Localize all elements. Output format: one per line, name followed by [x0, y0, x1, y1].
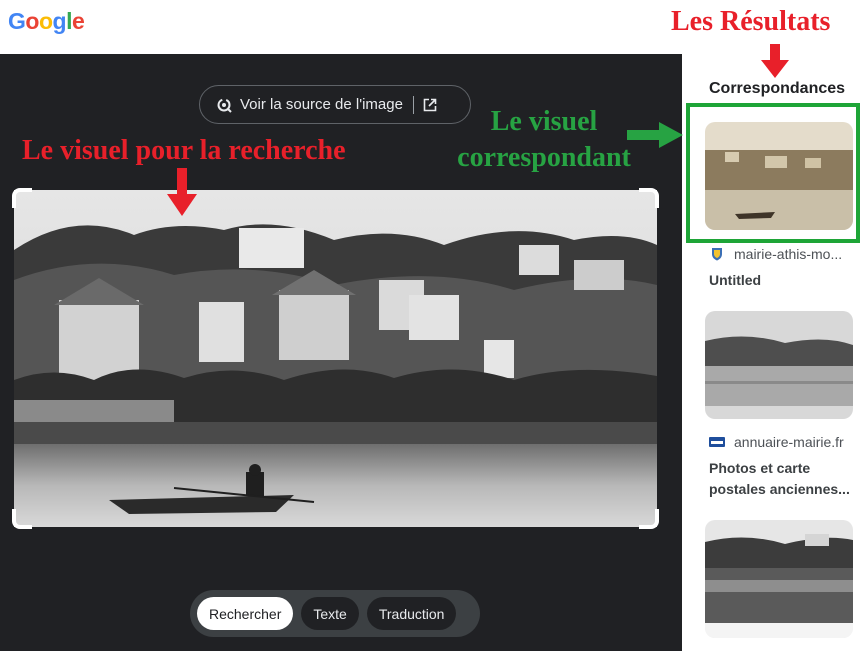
logo-letter: g [52, 8, 67, 34]
result-site-label: annuaire-mairie.fr [734, 434, 844, 450]
result-thumbnail[interactable] [705, 520, 853, 638]
green-arrow-right-icon [627, 122, 683, 148]
annotation-match-label: Le visuel correspondant [440, 104, 648, 176]
crop-handle-top-left[interactable] [12, 188, 32, 208]
annotation-results-label: Les Résultats [671, 6, 831, 37]
result-site[interactable]: annuaire-mairie.fr [709, 434, 844, 450]
result-site[interactable]: mairie-athis-mo... [709, 246, 842, 262]
mairie-badge-icon [709, 437, 725, 447]
google-lens-page: Google Voir la source de l'image Recherc… [0, 0, 864, 651]
annotation-search-visual-label: Le visuel pour la recherche [22, 135, 346, 166]
result-site-label: mairie-athis-mo... [734, 246, 843, 262]
result-caption-line: postales anciennes... [709, 481, 850, 497]
divider [412, 95, 414, 114]
result-caption[interactable]: Untitled [709, 270, 761, 291]
tab-search[interactable]: Rechercher [197, 597, 294, 630]
match-highlight-box [686, 103, 860, 243]
view-source-label: Voir la source de l'image [240, 96, 403, 113]
annotation-match-line: correspondant [457, 142, 631, 173]
result-image [705, 311, 853, 419]
result-image [705, 520, 853, 638]
tab-text[interactable]: Texte [301, 597, 359, 630]
crop-handle-top-right[interactable] [639, 188, 659, 208]
logo-letter: G [8, 8, 26, 34]
logo-letter: e [71, 8, 85, 34]
crop-handle-bottom-left[interactable] [12, 509, 32, 529]
search-image[interactable] [14, 190, 657, 527]
result-caption-line: Photos et carte [709, 460, 811, 476]
view-source-button[interactable]: Voir la source de l'image [199, 85, 471, 124]
tab-translate[interactable]: Traduction [366, 597, 457, 630]
external-link-icon[interactable] [423, 98, 437, 112]
crest-icon [712, 248, 722, 261]
result-caption[interactable]: Photos et carte postales anciennes... [709, 458, 850, 500]
result-thumbnail[interactable] [705, 311, 853, 419]
lens-search-icon [217, 98, 232, 113]
vintage-photo [14, 190, 657, 527]
mode-tabs: Rechercher Texte Traduction [190, 590, 480, 637]
red-arrow-down-icon [167, 168, 197, 216]
google-logo[interactable]: Google [8, 8, 85, 35]
logo-letter: o [25, 8, 39, 34]
crop-handle-bottom-right[interactable] [639, 509, 659, 529]
logo-letter: o [38, 8, 53, 34]
annotation-match-line: Le visuel [490, 106, 598, 137]
red-arrow-down-icon [761, 44, 789, 78]
results-title: Correspondances [709, 80, 846, 97]
